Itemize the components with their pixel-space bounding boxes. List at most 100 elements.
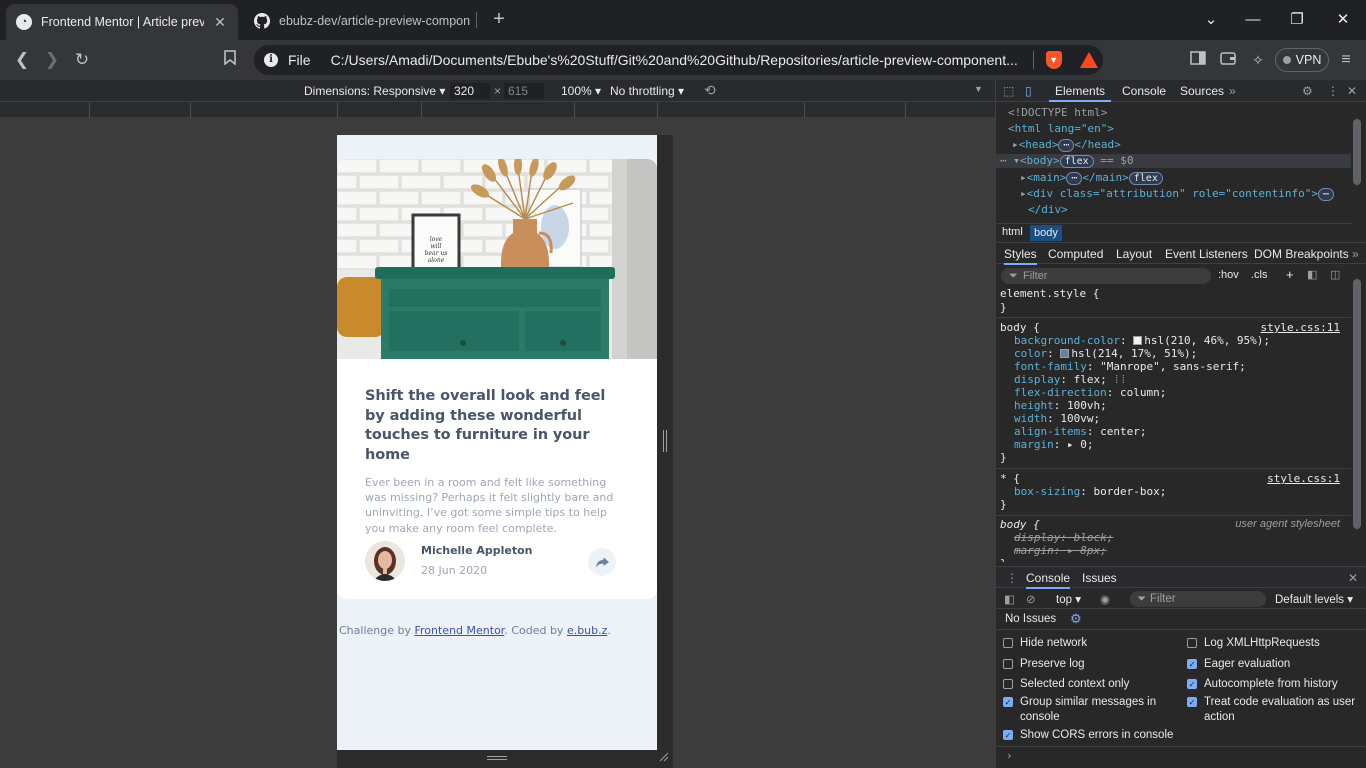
color-swatch[interactable] bbox=[1133, 336, 1143, 345]
console-sidebar-icon[interactable]: ◧ bbox=[1004, 592, 1015, 606]
menu-icon[interactable]: ≡ bbox=[1336, 50, 1356, 70]
width-input[interactable]: 320 bbox=[450, 83, 490, 99]
inspect-element-icon[interactable]: ⬚ bbox=[1003, 84, 1014, 98]
tab-event-listeners[interactable]: Event Listeners bbox=[1165, 247, 1248, 261]
site-info-icon[interactable]: i bbox=[264, 53, 278, 67]
context-selector[interactable]: top ▾ bbox=[1056, 592, 1081, 606]
clear-console-icon[interactable]: ⊘ bbox=[1026, 592, 1036, 606]
resize-handle-right[interactable] bbox=[663, 430, 667, 452]
checkbox-checked[interactable]: ✓ bbox=[1003, 697, 1013, 707]
tab-github[interactable]: ebubz-dev/article-preview-component bbox=[244, 6, 480, 36]
tab-sources[interactable]: Sources bbox=[1180, 84, 1224, 98]
css-prop-flex-direction[interactable]: flex-direction: column; bbox=[1014, 386, 1166, 399]
checkbox[interactable] bbox=[1003, 679, 1013, 689]
frontend-mentor-link[interactable]: Frontend Mentor bbox=[414, 624, 504, 637]
back-button[interactable]: ❮ bbox=[10, 48, 34, 72]
css-prop-align-items[interactable]: align-items: center; bbox=[1014, 425, 1146, 438]
styles-scrollbar[interactable] bbox=[1351, 265, 1363, 562]
drawer-menu-icon[interactable]: ⋮ bbox=[1006, 571, 1018, 585]
bookmark-icon[interactable] bbox=[218, 48, 242, 72]
reload-button[interactable]: ↻ bbox=[70, 48, 94, 72]
dom-main[interactable]: ▸<main> ⋯ </main> flex bbox=[1020, 171, 1163, 185]
checkbox-checked[interactable]: ✓ bbox=[1187, 679, 1197, 689]
color-swatch[interactable] bbox=[1060, 349, 1070, 358]
throttling-dropdown[interactable]: No throttling ▾ bbox=[610, 84, 684, 98]
more-tabs-icon[interactable]: » bbox=[1229, 84, 1236, 98]
element-style-rule[interactable]: element.style { bbox=[1000, 287, 1099, 300]
brave-shields-icon[interactable]: ▼ bbox=[1045, 51, 1062, 69]
opt-preserve-log[interactable]: Preserve log bbox=[1003, 657, 1183, 672]
vpn-button[interactable]: VPN bbox=[1275, 48, 1329, 72]
sidebar-icon[interactable] bbox=[1188, 50, 1208, 70]
dom-scrollbar[interactable] bbox=[1351, 103, 1363, 221]
devtools-menu-icon[interactable]: ⋮ bbox=[1327, 84, 1339, 98]
opt-group-similar[interactable]: ✓ Group similar messages in console bbox=[1003, 695, 1173, 725]
media-query-ruler[interactable] bbox=[0, 102, 995, 118]
checkbox[interactable] bbox=[1003, 638, 1013, 648]
rotate-icon[interactable]: ⟲ bbox=[704, 82, 716, 99]
checkbox-checked[interactable]: ✓ bbox=[1187, 697, 1197, 707]
log-levels-dropdown[interactable]: Default levels ▾ bbox=[1275, 592, 1353, 606]
live-expression-eye-icon[interactable]: ◉ bbox=[1100, 592, 1110, 606]
dom-tree[interactable]: <!DOCTYPE html> <html lang="en"> ▸<head>… bbox=[996, 103, 1352, 223]
star-rule-source[interactable]: style.css:1 bbox=[1267, 472, 1340, 485]
tab-dom-breakpoints[interactable]: DOM Breakpoints bbox=[1254, 247, 1349, 261]
url-text[interactable]: C:/Users/Amadi/Documents/Ebube's%20Stuff… bbox=[331, 52, 1021, 68]
styles-pane[interactable]: element.style { } body {style.css:11 bac… bbox=[996, 287, 1352, 562]
close-window-button[interactable]: ✕ bbox=[1330, 8, 1356, 32]
cls-toggle[interactable]: .cls bbox=[1251, 269, 1268, 281]
close-tab-icon[interactable]: ✕ bbox=[212, 14, 228, 31]
opt-eager-eval[interactable]: ✓ Eager evaluation bbox=[1187, 657, 1363, 672]
minimize-button[interactable]: — bbox=[1240, 8, 1266, 32]
dimensions-dropdown[interactable]: Dimensions: Responsive ▾ bbox=[304, 84, 445, 98]
breadcrumb-html[interactable]: html bbox=[1002, 226, 1023, 238]
close-devtools-icon[interactable]: ✕ bbox=[1347, 84, 1357, 98]
hov-toggle[interactable]: :hov bbox=[1218, 269, 1239, 281]
author-link[interactable]: e.bub.z bbox=[567, 624, 607, 637]
dom-attribution-div[interactable]: ▸<div class="attribution" role="contenti… bbox=[1020, 187, 1335, 201]
device-more-icon[interactable]: ▼ bbox=[974, 84, 983, 94]
opt-cors-errors[interactable]: ✓ Show CORS errors in console bbox=[1003, 728, 1203, 743]
css-prop-color[interactable]: color: hsl(214, 17%, 51%); bbox=[1014, 347, 1197, 360]
settings-gear-icon[interactable]: ⚙ bbox=[1302, 84, 1313, 98]
dom-body-selected[interactable]: ⋯ ▾<body> flex == $0 bbox=[996, 154, 1352, 168]
css-prop-font-family[interactable]: font-family: "Manrope", sans-serif; bbox=[1014, 360, 1246, 373]
checkbox-checked[interactable]: ✓ bbox=[1187, 659, 1197, 669]
tab-styles[interactable]: Styles bbox=[1004, 247, 1037, 265]
new-tab-button[interactable]: + bbox=[488, 8, 510, 30]
css-prop-display[interactable]: display: flex; ⁞⁞ bbox=[1014, 373, 1127, 387]
opt-log-xhr[interactable]: Log XMLHttpRequests bbox=[1187, 636, 1363, 651]
styles-filter-input[interactable]: ⏷ Filter bbox=[1001, 268, 1211, 284]
flex-editor-icon[interactable]: ⁞⁞ bbox=[1113, 373, 1126, 386]
css-prop-margin[interactable]: margin: ▸ 0; bbox=[1014, 438, 1094, 451]
drawer-tab-issues[interactable]: Issues bbox=[1082, 571, 1117, 585]
zoom-dropdown[interactable]: 100% ▾ bbox=[561, 84, 601, 98]
tab-console[interactable]: Console bbox=[1122, 84, 1166, 98]
brave-rewards-icon[interactable] bbox=[1079, 52, 1098, 68]
paint-icon[interactable]: ◧ bbox=[1307, 268, 1317, 281]
dom-html[interactable]: <html lang="en"> bbox=[1008, 122, 1114, 135]
tab-computed[interactable]: Computed bbox=[1048, 247, 1103, 261]
flex-badge[interactable]: flex bbox=[1128, 172, 1163, 185]
opt-autocomplete[interactable]: ✓ Autocomplete from history bbox=[1187, 677, 1363, 692]
resize-handle-bottom[interactable] bbox=[337, 750, 673, 768]
checkbox-checked[interactable]: ✓ bbox=[1003, 730, 1013, 740]
tab-search-chevron-icon[interactable]: ⌄ bbox=[1198, 8, 1224, 32]
css-prop-box-sizing[interactable]: box-sizing: border-box; bbox=[1014, 485, 1166, 498]
close-drawer-icon[interactable]: ✕ bbox=[1348, 571, 1358, 585]
checkbox[interactable] bbox=[1003, 659, 1013, 669]
address-bar[interactable]: i File C:/Users/Amadi/Documents/Ebube's%… bbox=[254, 45, 1103, 75]
leo-ai-icon[interactable]: ✧ bbox=[1248, 50, 1268, 70]
opt-hide-network[interactable]: Hide network bbox=[1003, 636, 1183, 651]
css-prop-height[interactable]: height: 100vh; bbox=[1014, 399, 1107, 412]
dom-head[interactable]: ▸<head> ⋯ </head> bbox=[1012, 138, 1121, 152]
more-subtabs-icon[interactable]: » bbox=[1352, 247, 1359, 261]
forward-button[interactable]: ❯ bbox=[40, 48, 64, 72]
height-input[interactable]: 615 bbox=[504, 83, 544, 99]
breadcrumb-body[interactable]: body bbox=[1030, 225, 1062, 241]
console-settings-gear-icon[interactable]: ⚙ bbox=[1070, 611, 1082, 627]
wallet-icon[interactable] bbox=[1218, 50, 1238, 70]
body-rule-source[interactable]: style.css:11 bbox=[1261, 321, 1340, 334]
tab-elements[interactable]: Elements bbox=[1049, 84, 1112, 102]
console-prompt[interactable]: › bbox=[996, 746, 1366, 768]
